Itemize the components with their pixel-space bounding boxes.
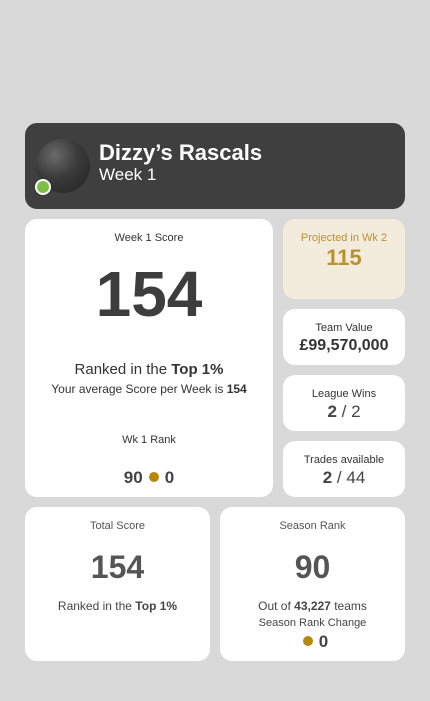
week-average-text: Your average Score per Week is 154 (25, 382, 273, 396)
week-ranked-text: Ranked in the Top 1% (25, 361, 273, 378)
season-change-value: 0 (318, 632, 329, 651)
trades-row: 2 / 44 (322, 468, 366, 487)
trades-total: 44 (346, 468, 366, 487)
league-wins-value: 2 (327, 402, 337, 421)
team-header: Dizzy’s Rascals Week 1 (25, 123, 405, 209)
season-out-of-text: Out of 43,227 teams (220, 599, 405, 613)
week-score-card[interactable]: Week 1 Score 154 Ranked in the Top 1% Yo… (25, 219, 273, 497)
total-ranked-value: Top 1% (135, 599, 178, 613)
week-rank-label: Wk 1 Rank (122, 434, 176, 446)
league-wins-row: 2 / 2 (327, 402, 361, 421)
season-out-of-value: 43,227 (294, 599, 331, 613)
league-wins-label: League Wins (311, 388, 377, 400)
team-value-label: Team Value (315, 322, 373, 334)
total-ranked-prefix: Ranked in the (57, 599, 136, 613)
team-name: Dizzy’s Rascals (99, 140, 263, 165)
week-score-value: 154 (95, 258, 203, 330)
season-rank-title: Season Rank (279, 520, 346, 532)
league-wins-card[interactable]: League Wins 2 / 2 (283, 375, 405, 431)
projected-card[interactable]: Projected in Wk 2 115 (283, 219, 405, 299)
total-score-title: Total Score (89, 520, 146, 532)
team-value-card[interactable]: Team Value £99,570,000 (283, 309, 405, 365)
week-rank-value: 90 (123, 468, 143, 487)
week-rank-row: 90 0 (25, 468, 273, 488)
total-score-card[interactable]: Total Score 154 Ranked in the Top 1% (25, 507, 210, 661)
league-wins-total: 2 (351, 402, 361, 421)
season-change-label: Season Rank Change (258, 617, 367, 629)
rank-change-icon (148, 471, 159, 482)
season-out-of-suffix: teams (330, 599, 367, 613)
season-out-of-prefix: Out of (258, 599, 295, 613)
week-ranked-prefix: Ranked in the (74, 361, 172, 378)
season-change-icon (302, 635, 313, 646)
week-average-value: 154 (226, 382, 247, 396)
trades-value: 2 (322, 468, 333, 487)
week-ranked-value: Top 1% (171, 361, 224, 378)
team-week: Week 1 (99, 165, 157, 184)
projected-value: 115 (326, 245, 362, 270)
week-rank-change: 0 (164, 468, 175, 487)
trades-card[interactable]: Trades available 2 / 44 (283, 441, 405, 497)
week-score-title: Week 1 Score (114, 232, 184, 244)
season-change-row: 0 (220, 632, 405, 652)
online-status-icon (35, 179, 51, 195)
week-average-prefix: Your average Score per Week is (51, 382, 227, 396)
total-score-value: 154 (90, 549, 145, 585)
trades-label: Trades available (303, 454, 385, 466)
team-value-value: £99,570,000 (299, 337, 389, 354)
season-rank-card[interactable]: Season Rank 90 Out of 43,227 teams Seaso… (220, 507, 405, 661)
total-ranked-text: Ranked in the Top 1% (25, 599, 210, 613)
projected-label: Projected in Wk 2 (300, 232, 388, 244)
season-rank-value: 90 (294, 549, 331, 585)
